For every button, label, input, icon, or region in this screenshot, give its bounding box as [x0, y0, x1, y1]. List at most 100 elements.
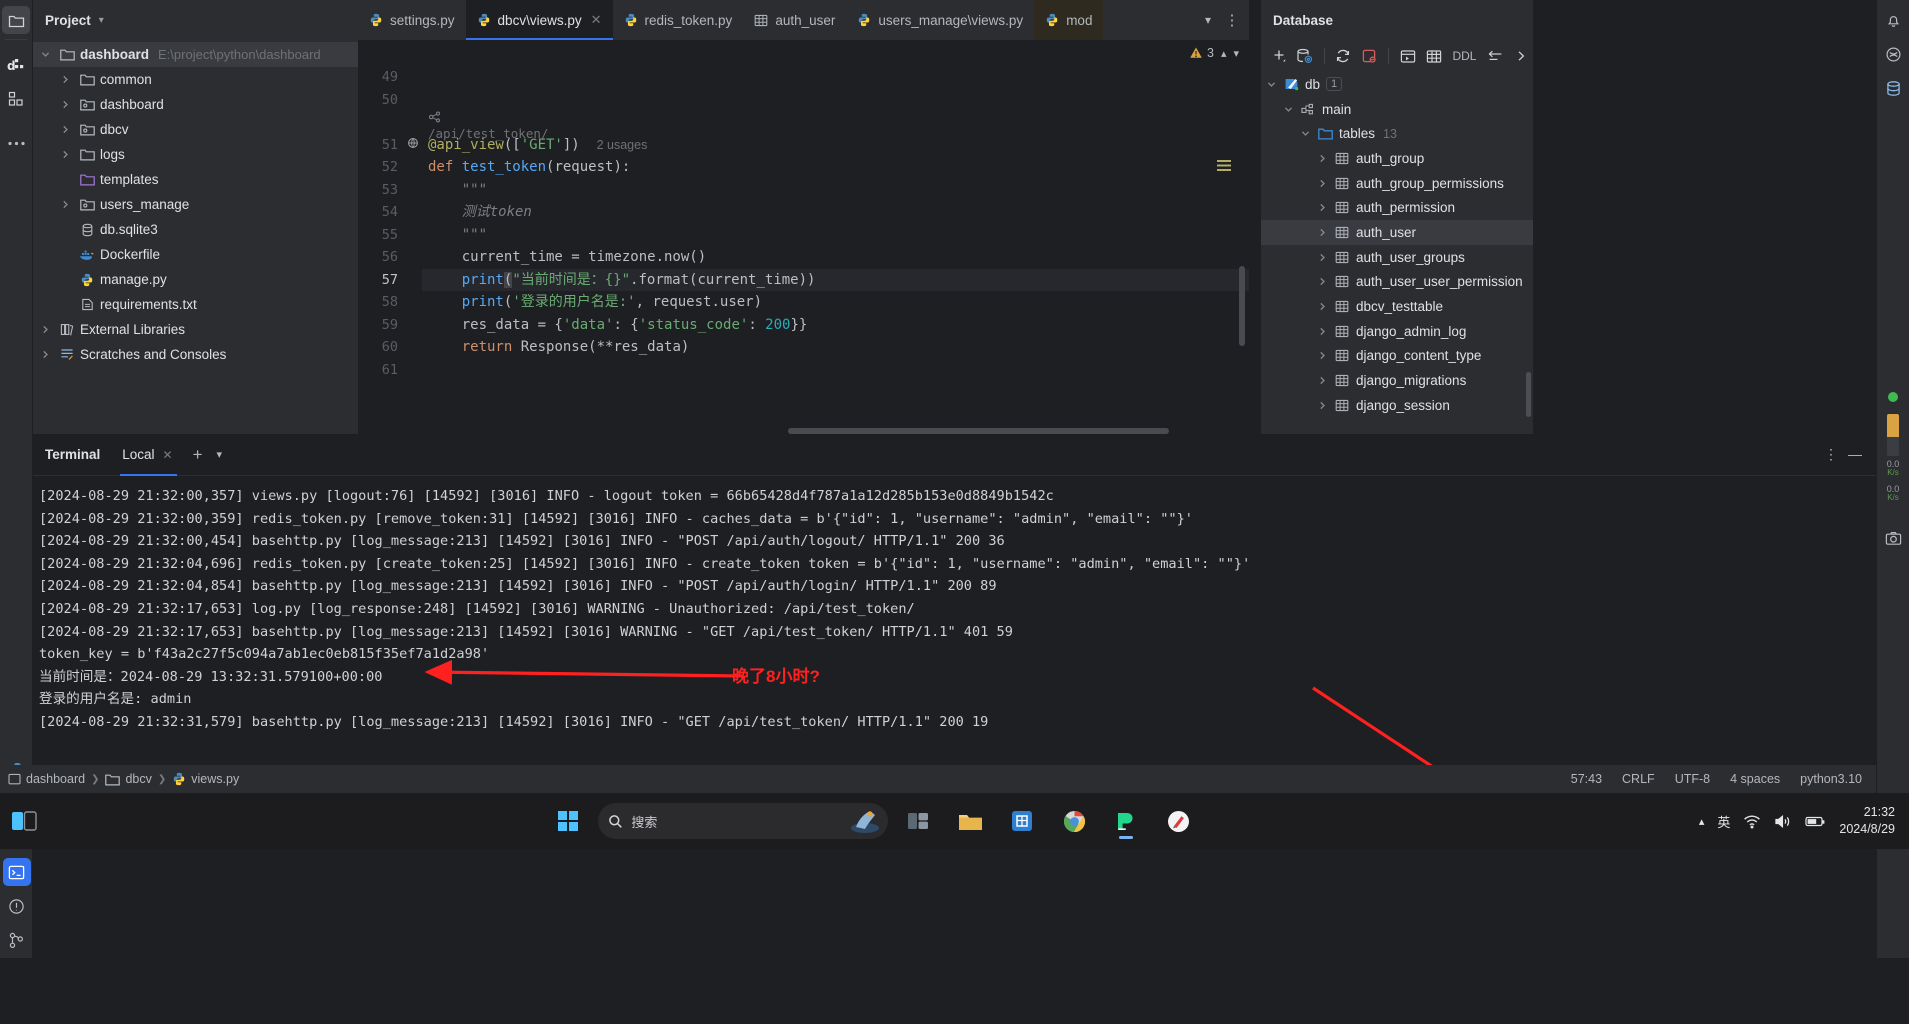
database-tree-row[interactable]: django_admin_log — [1261, 319, 1533, 344]
chevron-right-icon[interactable] — [61, 75, 77, 84]
code-editor[interactable]: 49 50 51 52 53 54 55 56 57 58 59 60 61 /… — [358, 66, 1249, 434]
sync-arrow-icon[interactable] — [1483, 44, 1506, 68]
code-line[interactable]: """ — [422, 179, 1249, 202]
expand-panel-chevron-right-icon[interactable] — [1510, 44, 1533, 68]
chevron-right-icon[interactable] — [1318, 302, 1332, 311]
data-source-properties-icon[interactable] — [1293, 44, 1316, 68]
taskbar-pycharm-app[interactable] — [1104, 801, 1148, 841]
tab-list-chevron-down-icon[interactable]: ▾ — [1197, 9, 1219, 31]
interpreter[interactable]: python3.10 — [1800, 772, 1862, 786]
editor-tab[interactable]: settings.py — [358, 0, 466, 40]
project-tree[interactable]: dashboard E:\project\python\dashboard co… — [33, 40, 358, 367]
file-encoding[interactable]: UTF-8 — [1675, 772, 1710, 786]
chevron-right-icon[interactable] — [61, 125, 77, 134]
chevron-right-icon[interactable] — [1318, 154, 1332, 163]
chevron-right-icon[interactable] — [61, 150, 77, 159]
taskbar-store-app[interactable] — [1000, 801, 1044, 841]
indent[interactable]: 4 spaces — [1730, 772, 1780, 786]
screenshot-camera-icon[interactable] — [1879, 525, 1907, 553]
problems-warning-icon[interactable] — [3, 892, 31, 920]
code-line[interactable]: /api/test_token/ — [422, 111, 1249, 141]
open-console-icon[interactable] — [1396, 44, 1419, 68]
chevron-down-icon[interactable] — [1301, 129, 1315, 138]
project-tree-row[interactable]: common — [33, 67, 358, 92]
chevron-right-icon[interactable] — [61, 100, 77, 109]
chevron-right-icon[interactable] — [1318, 253, 1332, 262]
chevron-right-icon[interactable] — [41, 325, 57, 334]
chevron-right-icon[interactable] — [1318, 376, 1332, 385]
project-tree-row[interactable]: Scratches and Consoles — [33, 342, 358, 367]
tray-volume-icon[interactable] — [1774, 814, 1792, 829]
project-tree-row[interactable]: manage.py — [33, 267, 358, 292]
chevron-right-icon[interactable] — [41, 350, 57, 359]
tray-battery-icon[interactable] — [1805, 815, 1826, 828]
code-line[interactable]: def test_token(request): — [422, 156, 1249, 179]
project-tree-row[interactable]: Dockerfile — [33, 242, 358, 267]
database-tree-row[interactable]: tables 13 — [1261, 121, 1533, 146]
structure-blocks-icon[interactable] — [2, 85, 30, 113]
terminal-options-chevron-down-icon[interactable]: ▾ — [217, 448, 223, 461]
tray-expand-chevron-up-icon[interactable]: ▴ — [1699, 815, 1705, 828]
chevron-down-icon[interactable] — [41, 50, 57, 59]
chevron-down-icon[interactable] — [1267, 80, 1281, 89]
database-tree-row[interactable]: auth_user_groups — [1261, 245, 1533, 270]
chevron-up-icon[interactable]: ▴ — [1221, 47, 1227, 60]
caret-position[interactable]: 57:43 — [1571, 772, 1602, 786]
chevron-right-icon[interactable] — [1318, 351, 1332, 360]
terminal-tab-local[interactable]: Local ✕ — [118, 434, 178, 476]
code-line[interactable]: current_time = timezone.now() — [422, 246, 1249, 269]
tray-wifi-icon[interactable] — [1743, 814, 1761, 829]
editor-tab[interactable]: redis_token.py — [613, 0, 744, 40]
project-folder-icon[interactable] — [2, 6, 30, 34]
database-tool-icon[interactable]: d — [2, 51, 30, 79]
code-line[interactable]: print('登录的用户名是:', request.user) — [422, 291, 1249, 314]
project-tree-row[interactable]: dashboard E:\project\python\dashboard — [33, 42, 358, 67]
chevron-down-icon[interactable]: ▾ — [1233, 47, 1239, 60]
taskbar-chrome-app[interactable] — [1052, 801, 1096, 841]
ai-assistant-icon[interactable] — [1879, 40, 1907, 68]
chevron-down-icon[interactable] — [1284, 105, 1298, 114]
database-tree-row[interactable]: main — [1261, 97, 1533, 122]
chevron-right-icon[interactable] — [1318, 203, 1332, 212]
version-control-git-icon[interactable] — [3, 926, 31, 954]
project-tree-row[interactable]: External Libraries — [33, 317, 358, 342]
code-line[interactable] — [422, 89, 1249, 112]
notifications-bell-icon[interactable] — [1879, 6, 1907, 34]
database-tree-row[interactable]: auth_user_user_permission — [1261, 270, 1533, 295]
database-tree-row[interactable]: auth_user — [1261, 220, 1533, 245]
taskbar-search-box[interactable]: 搜索 — [598, 803, 889, 839]
editor-tab[interactable]: users_manage\views.py — [846, 0, 1034, 40]
code-line[interactable]: res_data = {'data': {'status_code': 200}… — [422, 314, 1249, 337]
code-content[interactable]: /api/test_token/ @api_view(['GET']) 2 us… — [422, 66, 1249, 434]
breadcrumb-item[interactable]: dashboard — [8, 772, 85, 786]
database-tree-row[interactable]: auth_group — [1261, 146, 1533, 171]
task-view-button[interactable] — [0, 810, 48, 832]
project-tree-row[interactable]: logs — [33, 142, 358, 167]
add-new-icon[interactable] — [1267, 44, 1290, 68]
tray-ime-icon[interactable]: 英 — [1717, 812, 1730, 831]
project-tree-row[interactable]: db.sqlite3 — [33, 217, 358, 242]
tab-options-vertical-dots-icon[interactable]: ⋮ — [1221, 9, 1243, 31]
database-tree-row[interactable]: auth_permission — [1261, 195, 1533, 220]
windows-start-button[interactable] — [546, 801, 590, 841]
code-line[interactable] — [422, 359, 1249, 382]
database-tree-row[interactable]: db 1 — [1261, 72, 1533, 97]
chevron-right-icon[interactable] — [1318, 179, 1332, 188]
database-icon[interactable] — [1879, 74, 1907, 102]
minimize-icon[interactable]: — — [1848, 446, 1862, 463]
code-line[interactable]: @api_view(['GET']) 2 usages — [422, 134, 1249, 157]
warning-count-group[interactable]: 3 — [1189, 46, 1214, 60]
database-tree-row[interactable]: django_content_type — [1261, 344, 1533, 369]
jump-to-table-icon[interactable] — [1422, 44, 1445, 68]
close-icon[interactable]: ✕ — [591, 12, 602, 28]
ddl-button[interactable]: DDL — [1448, 49, 1480, 63]
code-line[interactable] — [422, 66, 1249, 89]
project-tree-row[interactable]: dbcv — [33, 117, 358, 142]
taskbar-clock[interactable]: 21:32 2024/8/29 — [1839, 804, 1895, 838]
editor-tab[interactable]: auth_user — [743, 0, 846, 40]
chevron-right-icon[interactable] — [1318, 327, 1332, 336]
project-tree-row[interactable]: requirements.txt — [33, 292, 358, 317]
vertical-dots-icon[interactable]: ⋮ — [1824, 446, 1838, 463]
database-tree[interactable]: db 1 main tables 13 auth_group auth_grou… — [1261, 72, 1533, 424]
code-line[interactable]: 测试token — [422, 201, 1249, 224]
